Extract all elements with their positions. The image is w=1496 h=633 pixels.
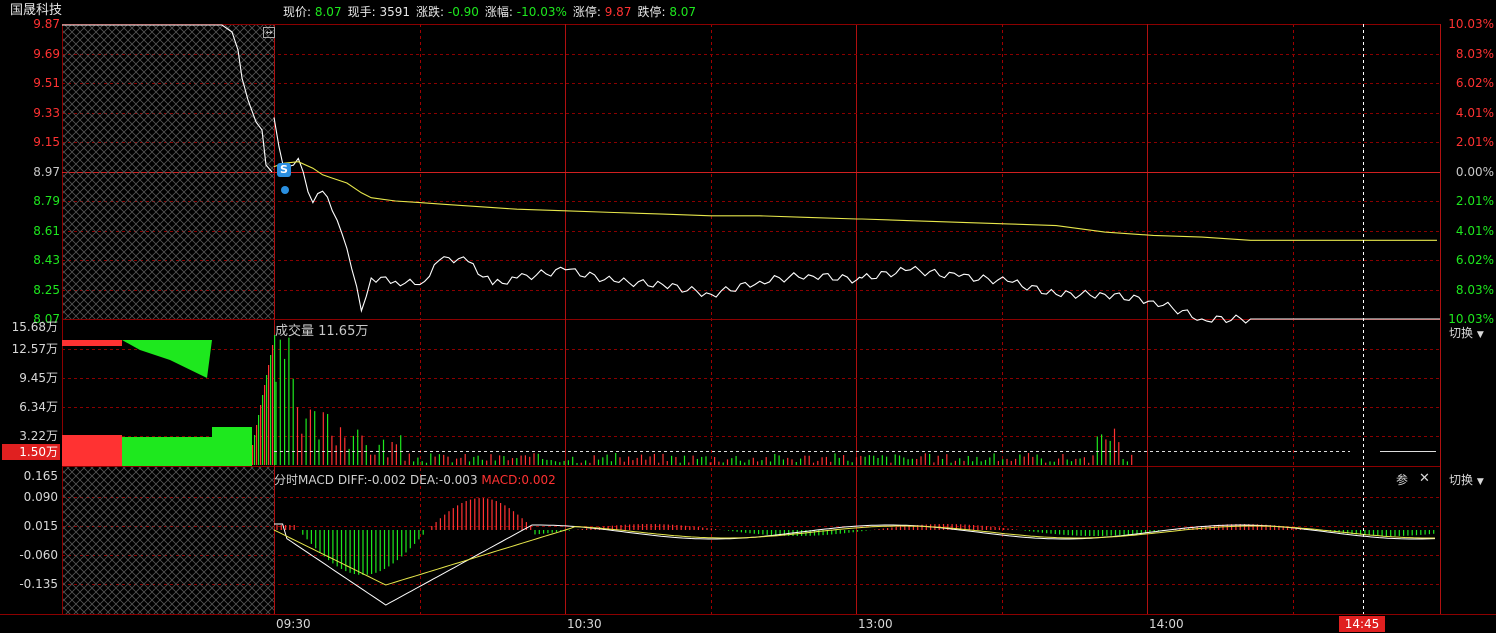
macd-param-button[interactable]: 参 [1396,473,1408,487]
volume-bar [254,435,256,465]
percent-tick: 4.01% [1455,223,1494,238]
volume-tick: 15.68万 [11,320,58,334]
price-tick: 8.43 [33,253,60,267]
percent-tick: 8.03% [1455,46,1494,61]
auction-volume-down [122,437,212,466]
quote-value: -10.03% [512,5,567,19]
price-tick: 8.61 [33,223,60,238]
macd-tick: -0.060 [19,548,58,562]
quote-value: -0.90 [444,5,479,19]
macd-tick: -0.135 [19,577,58,591]
time-tick: 13:00 [858,617,893,631]
price-tick: 9.51 [33,76,60,90]
macd-tick: 0.090 [23,490,58,504]
quote-label: 涨停: [572,5,601,19]
percent-tick: 2.01% [1455,135,1494,149]
volume-bar [274,335,276,465]
auction-volume-up [62,340,122,346]
macd-tick: 0.015 [23,519,58,533]
volume-tick: 9.45万 [19,371,58,385]
sell-signal-marker[interactable]: S [277,163,291,177]
quote-value: 8.07 [311,5,342,19]
percent-tick: 6.02% [1455,253,1494,267]
volume-bar [270,355,272,465]
macd-close-icon[interactable]: ✕ [1419,472,1430,486]
macd-diff-line [274,523,1436,606]
quote-label: 现手: [347,5,376,19]
price-tick: 9.33 [33,105,60,120]
volume-bar [252,445,254,465]
percent-tick: 0.00% [1455,164,1494,179]
price-tick: 9.15 [33,135,60,149]
quote-summary: 现价: 8.07 现手: 3591 涨跌: -0.90 涨幅: -10.03% 涨停: … [283,5,702,19]
price-tick: 9.69 [33,46,60,61]
volume-tick: 3.22万 [19,429,58,443]
percent-tick: 10.03% [1448,312,1494,326]
macd-bars [276,498,1435,575]
volume-tick: 12.57万 [11,342,58,356]
volume-switch-label: 切换 [1449,326,1474,340]
price-tick: 8.25 [33,282,60,297]
volume-bar [256,425,258,465]
quote-label: 涨跌: [416,5,445,19]
macd-diff: DIFF:-0.002 [337,473,407,487]
time-tick: 09:30 [276,617,311,631]
chevron-down-icon: ▼ [1476,477,1484,487]
pre-auction-hatch [63,25,274,319]
volume-highlight-tick: 1.50万 [2,444,60,460]
chevron-down-icon: ▼ [1476,330,1484,340]
macd-switch-label: 切换 [1449,473,1474,487]
quote-value: 3591 [375,5,410,19]
percent-tick: 2.01% [1455,194,1494,208]
quote-label: 跌停: [637,5,666,19]
quote-label: 涨幅: [484,5,513,19]
macd-dea: DEA:-0.003 [410,473,478,487]
time-tick: 14:00 [1149,617,1184,631]
stock-name: 国晟科技 [10,3,63,18]
signal-dot-icon [281,186,289,194]
volume-bar [262,395,264,465]
volume-bar [268,365,270,465]
cursor-time-label: 14:45 [1339,616,1385,632]
volume-title: 成交量 11.65万 [275,324,369,339]
quote-label: 现价: [283,5,312,19]
expand-icon[interactable]: ↔ [263,27,275,38]
macd-switch-button[interactable]: 切换 ▼ [1449,473,1484,489]
volume-bar [264,385,266,465]
volume-bars [62,335,1436,466]
macd-legend: 分时MACD DIFF:-0.002 DEA:-0.003 MACD:0.002 [274,473,556,487]
quote-value: 9.87 [600,5,632,19]
percent-tick: 4.01% [1455,105,1494,120]
volume-bar [260,405,262,465]
volume-switch-button[interactable]: 切换 ▼ [1449,326,1484,342]
volume-tick: 6.34万 [19,400,58,414]
price-tick: 8.97 [33,164,60,179]
volume-bar [258,415,260,465]
intraday-chart[interactable] [0,0,1496,633]
auction-volume-up [62,435,122,466]
quote-value: 8.07 [665,5,697,19]
macd-tick: 0.165 [23,469,58,483]
percent-tick: 10.03% [1448,17,1494,31]
macd-title: 分时MACD [274,473,334,487]
volume-bar [266,375,268,465]
auction-volume-down [212,427,252,466]
price-tick: 8.79 [33,194,60,208]
macd-value: MACD:0.002 [481,473,556,487]
pre-auction-hatch [63,467,274,614]
percent-tick: 8.03% [1455,282,1494,297]
time-tick: 10:30 [567,617,602,631]
volume-bar [272,345,274,465]
auction-volume-down [122,340,212,378]
percent-tick: 6.02% [1455,76,1494,90]
price-tick: 9.87 [33,17,60,31]
